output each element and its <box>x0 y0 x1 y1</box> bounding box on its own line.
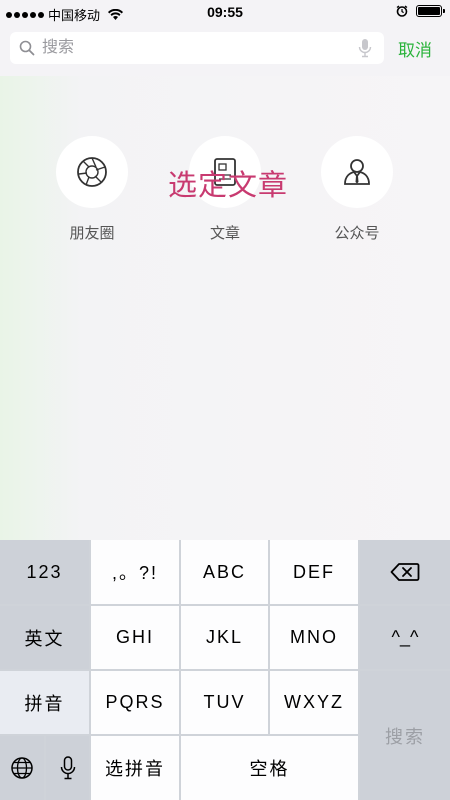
search-row: 取消 <box>0 26 450 76</box>
category-articles-label: 文章 <box>209 225 240 242</box>
key-wxyz[interactable]: WXYZ <box>270 671 358 734</box>
key-tuv[interactable]: TUV <box>181 671 268 734</box>
category-moments-label: 朋友圈 <box>69 225 115 242</box>
key-emoticon[interactable]: ^_^ <box>360 606 450 669</box>
key-ghi[interactable]: GHI <box>91 606 179 669</box>
cancel-button[interactable]: 取消 <box>398 36 432 61</box>
key-punctuation[interactable]: ,。?! <box>91 540 179 604</box>
key-mic[interactable] <box>46 736 89 800</box>
voice-input-icon[interactable] <box>358 38 372 58</box>
person-icon <box>344 159 370 185</box>
key-search[interactable]: 搜索 <box>360 671 450 800</box>
category-official-accounts-circle[interactable] <box>321 136 393 208</box>
search-icon <box>19 40 35 56</box>
category-moments[interactable]: 朋友圈 <box>42 136 142 243</box>
backspace-icon <box>390 563 420 581</box>
search-box[interactable] <box>10 32 384 64</box>
category-official-accounts-label: 公众号 <box>334 225 380 242</box>
globe-icon <box>11 757 33 779</box>
annotation-overlay-text: 选定文章 <box>168 170 289 202</box>
category-official-accounts[interactable]: 公众号 <box>307 136 407 243</box>
category-moments-circle[interactable] <box>56 136 128 208</box>
key-jkl[interactable]: JKL <box>181 606 268 669</box>
status-right <box>396 5 445 17</box>
alarm-icon <box>396 5 408 17</box>
key-globe[interactable] <box>0 736 44 800</box>
status-time: 09:55 <box>207 4 243 20</box>
key-backspace[interactable] <box>360 540 450 604</box>
key-english[interactable]: 英文 <box>0 606 89 669</box>
shutter-icon <box>77 157 107 187</box>
status-bar: 中国移动 09:55 <box>0 0 450 24</box>
keyboard: 123 ,。?! ABC DEF 英文 GHI JKL MNO ^_^ 拼音 P… <box>0 540 450 800</box>
battery-icon <box>416 5 445 17</box>
key-pinyin[interactable]: 拼音 <box>0 671 89 734</box>
key-def[interactable]: DEF <box>270 540 358 604</box>
mic-icon <box>60 756 75 780</box>
key-pqrs[interactable]: PQRS <box>91 671 179 734</box>
key-select-pinyin[interactable]: 选拼音 <box>91 736 179 800</box>
search-content: 朋友圈 文章 公众号 选定文章 <box>0 76 450 540</box>
key-123[interactable]: 123 <box>0 540 89 604</box>
key-abc[interactable]: ABC <box>181 540 268 604</box>
search-input[interactable] <box>42 32 352 64</box>
key-mno[interactable]: MNO <box>270 606 358 669</box>
key-space[interactable]: 空格 <box>181 736 358 800</box>
